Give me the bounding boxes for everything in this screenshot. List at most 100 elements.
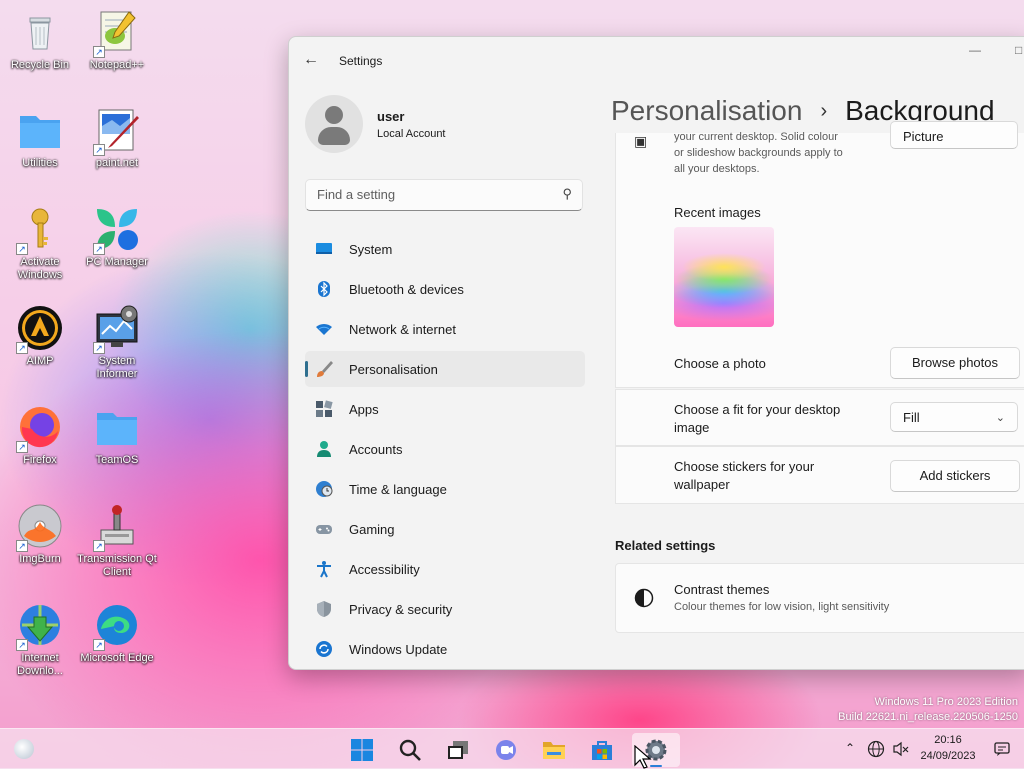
search-input[interactable] [315, 186, 549, 203]
add-stickers-button[interactable]: Add stickers [890, 460, 1020, 492]
maximize-icon[interactable]: □ [1015, 43, 1022, 57]
settings-window: ← Settings — □ user Local Account ⚲ Syst… [288, 36, 1024, 670]
picture-icon: ▣ [634, 133, 648, 149]
sidebar-item-gaming[interactable]: Gaming [305, 511, 585, 547]
taskbar-search-button[interactable] [390, 733, 430, 767]
fit-select[interactable]: Fill ⌄ [890, 402, 1018, 432]
desktop-icon-pc-manager[interactable]: ↗ PC Manager [77, 205, 157, 269]
sidebar-item-label: Time & language [349, 482, 447, 497]
desktop-icon-teamos[interactable]: TeamOS [77, 403, 157, 467]
profile-name: user [377, 109, 405, 124]
minimize-icon[interactable]: — [969, 43, 981, 57]
sidebar-item-accounts[interactable]: Accounts [305, 431, 585, 467]
desktop-icon-internet-download-manager[interactable]: ↗ Internet Downlo... [0, 601, 80, 678]
firefox-icon: ↗ [16, 403, 64, 453]
aimp-icon: ↗ [16, 304, 64, 354]
recent-images-section: Recent images [615, 193, 1024, 338]
avatar [305, 95, 363, 153]
teams-chat-button[interactable] [486, 733, 526, 767]
desktop-icon-label: Internet Downlo... [17, 652, 63, 677]
task-view-button[interactable] [438, 733, 478, 767]
desktop-icon-label: paint.net [95, 157, 139, 169]
shield-icon [317, 601, 331, 617]
widgets-icon[interactable] [14, 739, 34, 759]
related-settings-heading: Related settings [615, 538, 716, 553]
bluetooth-icon [318, 281, 330, 297]
desktop-icon-activate-windows[interactable]: ↗ Activate Windows [0, 205, 80, 282]
start-icon [351, 739, 373, 761]
microsoft-store-icon [592, 741, 612, 760]
chevron-up-icon[interactable]: ⌃ [845, 741, 855, 755]
choose-stickers-label: Choose stickers for your wallpaper [674, 459, 815, 492]
search-icon[interactable]: ⚲ [562, 186, 572, 202]
volume-muted-icon[interactable] [892, 740, 910, 758]
system-icon [316, 243, 332, 254]
search-box: ⚲ [305, 179, 583, 211]
sidebar-item-network[interactable]: Network & internet [305, 311, 585, 347]
desktop-icon-aimp[interactable]: ↗ AIMP [0, 304, 80, 368]
accounts-icon [317, 441, 331, 457]
desktop-icon-utilities[interactable]: Utilities [0, 106, 80, 170]
sidebar-item-label: Apps [349, 402, 379, 417]
system-informer-icon: ↗ [93, 304, 141, 354]
breadcrumb-parent[interactable]: Personalisation [611, 95, 802, 126]
transmission-icon: ↗ [93, 502, 141, 552]
sidebar-nav: System Bluetooth & devices Network & int… [305, 231, 585, 669]
desktop-icon-system-informer[interactable]: ↗ System Informer [77, 304, 157, 381]
recent-image-thumbnail[interactable] [674, 227, 774, 327]
choose-photo-label: Choose a photo [674, 356, 766, 371]
folder-icon [93, 403, 141, 451]
clock-date[interactable]: 24/09/2023 [916, 750, 980, 762]
sidebar-item-label: Privacy & security [349, 602, 453, 617]
edge-icon: ↗ [93, 601, 141, 651]
clock-time[interactable]: 20:16 [920, 734, 976, 746]
watermark-edition: Windows 11 Pro 2023 Edition [874, 696, 1019, 708]
apps-icon [316, 400, 333, 417]
desktop-icon-label: Transmission Qt Client [77, 553, 157, 578]
desktop-icon-label: Firefox [23, 454, 57, 466]
notepad-plus-plus-icon: ↗ [93, 8, 141, 58]
start-button[interactable] [342, 733, 382, 767]
sidebar-item-bluetooth[interactable]: Bluetooth & devices [305, 271, 585, 307]
desktop-icon-edge[interactable]: ↗ Microsoft Edge [77, 601, 157, 665]
sidebar-item-label: Accounts [349, 442, 403, 457]
chevron-down-icon: ⌄ [995, 412, 1005, 424]
globe-icon[interactable] [867, 740, 885, 758]
desktop-icon-label: Recycle Bin [10, 59, 70, 71]
microsoft-store-button[interactable] [582, 733, 622, 767]
sidebar-item-privacy-security[interactable]: Privacy & security [305, 591, 585, 627]
sidebar-item-apps[interactable]: Apps [305, 391, 585, 427]
desktop-icon-recycle-bin[interactable]: Recycle Bin [0, 8, 80, 72]
background-type-select[interactable]: Picture [890, 121, 1018, 149]
watermark-build: Build 22621.ni_release.220506-1250 [838, 711, 1018, 723]
contrast-themes-subtitle: Colour themes for low vision, light sens… [674, 601, 890, 613]
desktop-icon-label: Activate Windows [17, 256, 63, 281]
sidebar-item-label: System [349, 242, 393, 257]
sidebar-item-windows-update[interactable]: Windows Update [305, 631, 585, 667]
recent-images-label: Recent images [674, 205, 761, 220]
file-explorer-icon [543, 742, 565, 759]
desktop-icon-firefox[interactable]: ↗ Firefox [0, 403, 80, 467]
contrast-themes-row[interactable]: Contrast themes Colour themes for low vi… [615, 563, 1024, 633]
gamepad-icon [316, 525, 332, 534]
sidebar-item-system[interactable]: System [305, 231, 585, 267]
desktop-icon-transmission[interactable]: ↗ Transmission Qt Client [77, 502, 157, 579]
notifications-icon[interactable] [993, 740, 1011, 758]
desktop-icon-notepad-plus-plus[interactable]: ↗ Notepad++ [77, 8, 157, 72]
desktop-icon-label: Utilities [22, 157, 58, 169]
desktop-icon-label: PC Manager [86, 256, 148, 268]
update-icon [316, 641, 332, 657]
back-arrow-icon[interactable]: ← [303, 51, 319, 69]
sidebar-item-accessibility[interactable]: Accessibility [305, 551, 585, 587]
desktop-icon-imgburn[interactable]: ↗ ImgBurn [0, 502, 80, 566]
desktop-icon-paint-net[interactable]: ↗ paint.net [77, 106, 157, 170]
sidebar-item-label: Accessibility [349, 562, 420, 577]
mouse-cursor-icon [634, 745, 652, 769]
folder-icon [16, 106, 64, 154]
sidebar-item-time-language[interactable]: Time & language [305, 471, 585, 507]
sidebar-item-label: Gaming [349, 522, 395, 537]
browse-photos-button[interactable]: Browse photos [890, 347, 1020, 379]
sidebar-item-personalisation[interactable]: Personalisation [305, 351, 585, 387]
imgburn-icon: ↗ [16, 502, 64, 552]
file-explorer-button[interactable] [534, 733, 574, 767]
